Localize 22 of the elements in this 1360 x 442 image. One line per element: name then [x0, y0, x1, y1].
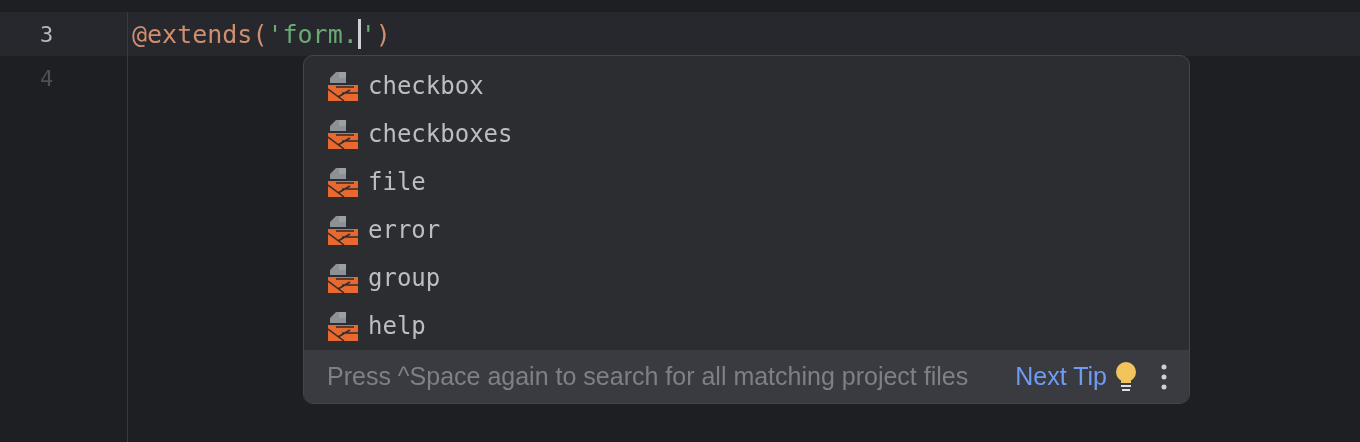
text-caret	[357, 19, 361, 49]
template-file-icon	[328, 167, 358, 197]
completion-item[interactable]: group	[304, 254, 1189, 302]
template-file-icon	[328, 311, 358, 341]
completion-hint: Press ^Space again to search for all matching project files	[327, 360, 969, 392]
line-number: 3	[40, 20, 54, 49]
template-file-icon	[328, 71, 358, 101]
completion-item[interactable]: help	[304, 302, 1189, 350]
code-token: )	[375, 21, 391, 47]
more-options-icon[interactable]	[1161, 363, 1167, 390]
template-file-icon	[328, 263, 358, 293]
completion-item[interactable]: checkbox	[304, 62, 1189, 110]
completion-item[interactable]: error	[304, 206, 1189, 254]
lightbulb-icon	[1115, 361, 1137, 392]
next-tip-link[interactable]: Next Tip	[1015, 357, 1107, 396]
completion-item[interactable]: file	[304, 158, 1189, 206]
code-token: '	[360, 21, 376, 47]
code-token: 'form.	[267, 21, 358, 47]
template-file-icon	[328, 119, 358, 149]
template-file-icon	[328, 215, 358, 245]
code-token: @extends(	[132, 21, 268, 47]
completion-item[interactable]: checkboxes	[304, 110, 1189, 158]
